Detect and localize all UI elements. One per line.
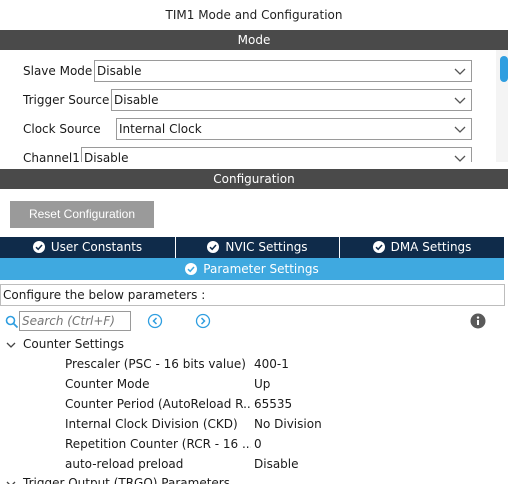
reset-configuration-button[interactable]: Reset Configuration (10, 201, 154, 228)
check-circle-icon (185, 263, 198, 275)
check-circle-icon (207, 241, 220, 253)
param-row[interactable]: Prescaler (PSC - 16 bits value) 400-1 (0, 355, 508, 373)
chevron-down-icon (454, 97, 466, 104)
param-name: auto-reload preload (65, 457, 184, 471)
chevron-down-icon (454, 155, 466, 162)
counter-settings-group-title[interactable]: Counter Settings (23, 335, 124, 353)
configuration-section-header: Configuration (0, 169, 508, 189)
mode-section-header: Mode (0, 30, 508, 50)
param-row[interactable]: Internal Clock Division (CKD) No Divisio… (0, 415, 508, 433)
slave-mode-label: Slave Mode (23, 64, 93, 78)
tab-parameter-settings-label: Parameter Settings (203, 262, 319, 276)
parameters-description: Configure the below parameters : (0, 284, 505, 306)
mode-scrollbar-thumb[interactable] (500, 56, 508, 82)
slave-mode-value: Disable (97, 64, 142, 78)
chevron-down-icon[interactable] (5, 478, 17, 484)
param-row[interactable]: Counter Period (AutoReload R... 65535 (0, 395, 508, 413)
trigger-output-group-title[interactable]: Trigger Output (TRGO) Parameters (23, 474, 230, 484)
chevron-down-icon (454, 68, 466, 75)
mode-panel: Slave Mode Disable Trigger Source Disabl… (0, 50, 496, 162)
param-value[interactable]: Up (254, 375, 434, 393)
trigger-source-select[interactable]: Disable (111, 89, 472, 111)
tab-nvic-settings[interactable]: NVIC Settings (176, 237, 339, 258)
tab-user-constants[interactable]: User Constants (0, 237, 175, 258)
tab-nvic-settings-label: NVIC Settings (225, 240, 308, 254)
clock-source-label: Clock Source (23, 122, 101, 136)
param-row[interactable]: Repetition Counter (RCR - 16 ... 0 (0, 435, 508, 453)
param-name: Counter Mode (65, 377, 150, 391)
search-input[interactable] (19, 311, 131, 331)
trigger-source-label: Trigger Source (23, 93, 110, 107)
param-row[interactable]: Counter Mode Up (0, 375, 508, 393)
tab-dma-settings[interactable]: DMA Settings (340, 237, 504, 258)
trigger-output-group-header[interactable]: Trigger Output (TRGO) Parameters (0, 474, 508, 484)
counter-settings-params: Prescaler (PSC - 16 bits value) 400-1 Co… (0, 355, 508, 475)
channel1-select[interactable]: Disable (81, 147, 472, 162)
info-icon[interactable] (470, 313, 486, 329)
check-circle-icon (372, 241, 385, 253)
clock-source-select[interactable]: Internal Clock (116, 118, 472, 140)
param-value[interactable]: No Division (254, 415, 434, 433)
slave-mode-select[interactable]: Disable (94, 60, 472, 82)
channel1-value: Disable (84, 151, 129, 162)
clock-source-value: Internal Clock (119, 122, 202, 136)
param-value[interactable]: 400-1 (254, 355, 434, 373)
check-circle-icon (32, 241, 45, 253)
param-name: Counter Period (AutoReload R... (65, 397, 251, 411)
search-icon (5, 315, 19, 329)
chevron-down-icon (454, 126, 466, 133)
tab-dma-settings-label: DMA Settings (390, 240, 472, 254)
trigger-source-value: Disable (114, 93, 159, 107)
param-value[interactable]: 0 (254, 435, 434, 453)
param-value[interactable]: 65535 (254, 395, 434, 413)
param-name: Prescaler (PSC - 16 bits value) (65, 357, 246, 371)
arrow-left-circle-icon[interactable] (147, 313, 163, 329)
param-value[interactable]: Disable (254, 455, 434, 473)
tab-user-constants-label: User Constants (50, 240, 143, 254)
window-title: TIM1 Mode and Configuration (0, 0, 508, 30)
param-name: Repetition Counter (RCR - 16 ... (65, 437, 251, 451)
chevron-down-icon[interactable] (5, 339, 17, 351)
arrow-right-circle-icon[interactable] (195, 313, 211, 329)
param-name: Internal Clock Division (CKD) (65, 417, 238, 431)
tab-parameter-settings[interactable]: Parameter Settings (0, 258, 504, 280)
channel1-label: Channel1 (23, 151, 80, 162)
param-row[interactable]: auto-reload preload Disable (0, 455, 508, 473)
